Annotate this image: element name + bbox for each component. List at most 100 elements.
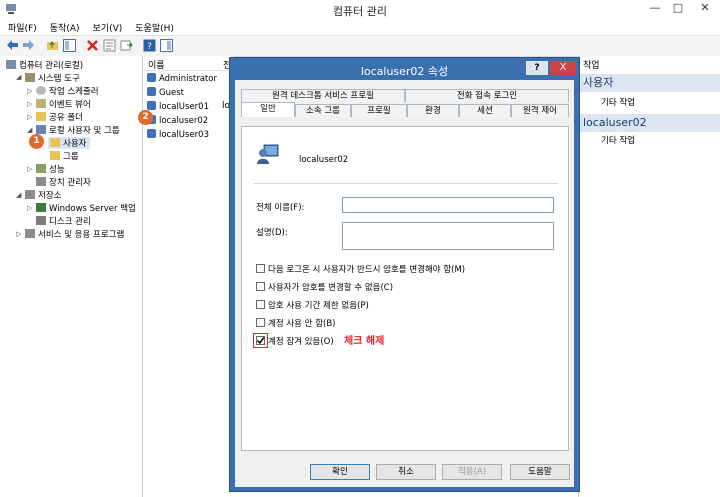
step-badge-2: 2 <box>138 110 153 125</box>
collapse-arrow-icon[interactable]: ◢ <box>16 191 21 199</box>
dialog-help-button[interactable]: ? <box>526 61 548 75</box>
collapse-arrow-icon[interactable]: ◢ <box>27 126 32 134</box>
tab-sessions[interactable]: 세션 <box>459 104 511 117</box>
action-section-localuser02[interactable]: localuser02 <box>579 114 720 132</box>
svg-text:?: ? <box>147 42 152 52</box>
expand-arrow-icon[interactable]: ▷ <box>27 113 32 121</box>
tree-local-users-groups[interactable]: 로컬 사용자 및 그룹 <box>36 124 120 136</box>
list-item-guest[interactable]: Guest <box>147 87 184 98</box>
checkmark-icon <box>256 337 265 345</box>
tree-groups-folder[interactable]: 그룹 <box>50 150 79 162</box>
device-manager-icon <box>36 177 46 186</box>
checkbox-password-never-expires[interactable] <box>256 300 265 309</box>
export-list-icon[interactable] <box>120 39 133 52</box>
tab-remote-control[interactable]: 원격 제어 <box>511 104 569 117</box>
tree-device-manager[interactable]: 장치 관리자 <box>36 176 91 188</box>
computer-icon <box>6 60 16 69</box>
show-hide-tree-icon[interactable] <box>63 39 76 52</box>
view-pane-icon[interactable] <box>160 39 173 52</box>
shared-folder-icon <box>36 112 46 121</box>
list-item-administrator[interactable]: Administrator <box>147 73 217 84</box>
step-badge-1: 1 <box>29 134 44 149</box>
properties-dialog: localuser02 속성 ? X 원격 데스크톱 서비스 프로필 전화 접속… <box>229 57 580 492</box>
user-list-pane: 이름 전 Administrator Guest localUser01 lo … <box>143 56 233 497</box>
forward-arrow-icon[interactable] <box>22 39 35 52</box>
users-icon <box>36 125 46 134</box>
tree-windows-server-backup[interactable]: Windows Server 백업 <box>36 202 136 214</box>
ok-button[interactable]: 확인 <box>310 464 370 480</box>
user-icon <box>147 73 156 82</box>
list-item-localuser02[interactable]: localuser02 <box>147 115 208 126</box>
column-header-name[interactable]: 이름 <box>148 58 165 71</box>
expand-arrow-icon[interactable]: ▷ <box>27 100 32 108</box>
checkbox-account-disabled[interactable] <box>256 318 265 327</box>
user-icon <box>147 129 156 138</box>
properties-icon[interactable] <box>103 39 116 52</box>
menu-action[interactable]: 동작(A) <box>42 18 85 34</box>
close-button[interactable]: ✕ <box>690 0 720 17</box>
tab-member-of[interactable]: 소속 그룹 <box>295 104 351 117</box>
tree-shared-folders[interactable]: 공유 폴더 <box>36 111 83 123</box>
list-item-localuser01[interactable]: localUser01 <box>147 101 209 112</box>
tab-general[interactable]: 일반 <box>241 102 295 117</box>
list-item-localuser03[interactable]: localUser03 <box>147 129 209 140</box>
tab-profile[interactable]: 프로필 <box>351 104 407 117</box>
help-button[interactable]: 도움말 <box>510 464 570 480</box>
back-arrow-icon[interactable] <box>6 39 19 52</box>
tree-event-viewer[interactable]: 이벤트 뷰어 <box>36 98 91 110</box>
checkbox-account-locked[interactable] <box>256 336 265 345</box>
tree-storage[interactable]: 저장소 <box>25 189 61 201</box>
cancel-button[interactable]: 취소 <box>376 464 436 480</box>
menu-file[interactable]: 파일(F) <box>0 18 42 34</box>
delete-icon[interactable] <box>86 39 99 52</box>
tree-performance[interactable]: 성능 <box>36 163 65 175</box>
checkbox-label-must-change-password: 다음 로그온 시 사용자가 반드시 암호를 변경해야 함(M) <box>268 265 466 275</box>
description-label: 설명(D): <box>256 228 288 238</box>
tree-system-tools[interactable]: 시스템 도구 <box>25 72 80 84</box>
user-icon <box>147 101 156 110</box>
window-title: 컴퓨터 관리 <box>332 5 388 18</box>
user-icon <box>147 87 156 96</box>
tree-computer-management[interactable]: 컴퓨터 관리(로컬) <box>6 59 83 71</box>
maximize-button[interactable]: □ <box>667 0 689 17</box>
checkbox-label-account-disabled: 계정 사용 안 함(B) <box>268 319 336 329</box>
tab-environment[interactable]: 환경 <box>407 104 459 117</box>
list-header: 이름 전 <box>143 56 233 71</box>
expand-arrow-icon[interactable]: ▷ <box>27 165 32 173</box>
menu-view[interactable]: 보기(V) <box>85 18 128 34</box>
checkbox-label-cannot-change-password: 사용자가 암호를 변경할 수 없음(C) <box>268 283 394 293</box>
tools-icon <box>25 73 35 82</box>
services-icon <box>25 229 35 238</box>
clock-icon <box>36 86 46 95</box>
fullname-label: 전체 이름(F): <box>256 203 305 213</box>
action-more-actions-users[interactable]: 기타 작업 <box>601 96 635 108</box>
description-input[interactable] <box>342 222 554 250</box>
tab-dial-in[interactable]: 전화 접속 로그인 <box>405 89 569 102</box>
expand-arrow-icon[interactable]: ▷ <box>27 87 32 95</box>
checkbox-cannot-change-password[interactable] <box>256 282 265 291</box>
expand-arrow-icon[interactable]: ▷ <box>16 230 21 238</box>
menu-help[interactable]: 도움말(H) <box>127 18 179 34</box>
action-section-users[interactable]: 사용자 <box>579 74 720 92</box>
apply-button[interactable]: 적용(A) <box>442 464 502 480</box>
toolbar: ? <box>0 35 720 57</box>
expand-arrow-icon[interactable]: ▷ <box>27 204 32 212</box>
up-folder-icon[interactable] <box>46 39 59 52</box>
tab-rds-profile[interactable]: 원격 데스크톱 서비스 프로필 <box>241 89 405 102</box>
tree-disk-management[interactable]: 디스크 관리 <box>36 215 91 227</box>
minimize-button[interactable]: — <box>644 0 666 17</box>
fullname-input[interactable] <box>342 197 554 213</box>
action-more-actions-localuser02[interactable]: 기타 작업 <box>601 134 635 146</box>
help-icon[interactable]: ? <box>143 39 156 52</box>
user-large-icon <box>257 144 279 164</box>
tree-users-folder[interactable]: 사용자 <box>48 137 91 149</box>
tree-services-applications[interactable]: 서비스 및 응용 프로그램 <box>25 228 124 240</box>
console-tree: 컴퓨터 관리(로컬) ◢ 시스템 도구 ▷ 작업 스케줄러 ▷ 이벤트 뷰어 ▷… <box>0 56 143 497</box>
window-titlebar: 컴퓨터 관리 — □ ✕ <box>0 0 720 19</box>
menu-bar: 파일(F) 동작(A) 보기(V) 도움말(H) <box>0 18 720 35</box>
storage-icon <box>25 190 35 199</box>
tree-task-scheduler[interactable]: 작업 스케줄러 <box>36 85 99 97</box>
checkbox-must-change-password[interactable] <box>256 264 265 273</box>
dialog-close-button[interactable]: X <box>550 61 576 75</box>
collapse-arrow-icon[interactable]: ◢ <box>16 73 21 81</box>
